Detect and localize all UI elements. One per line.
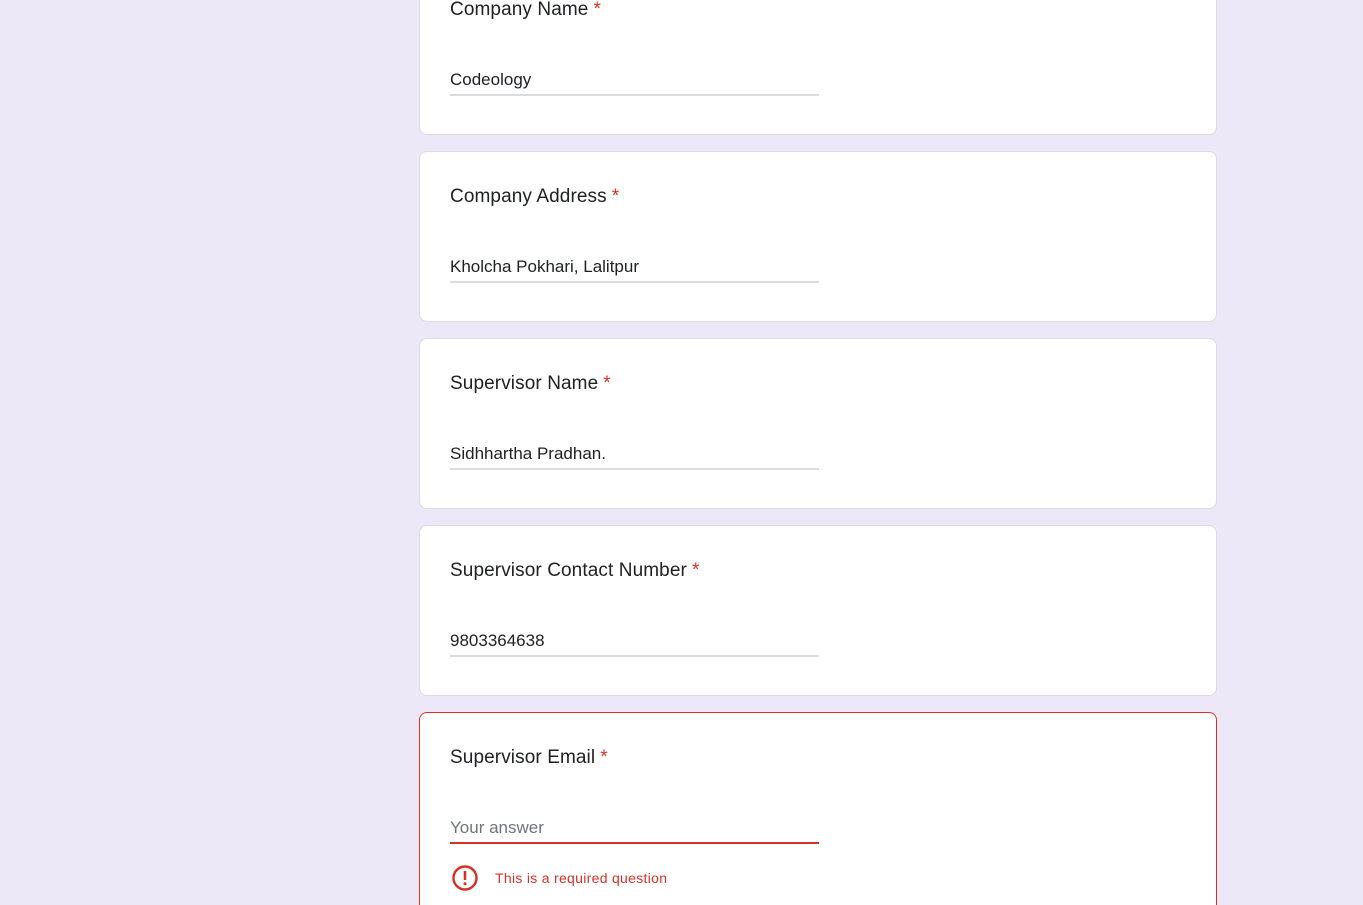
question-card-supervisor-name: Supervisor Name * Sidhhartha Pradhan. (419, 338, 1217, 509)
form-page: Company Name * Codeology Company Address *… (0, 0, 1363, 905)
validation-error: This is a required question (450, 863, 667, 893)
question-title-text: Supervisor Name (450, 373, 599, 394)
question-card-company-address: Company Address * Kholcha Pokhari, Lalitp… (419, 151, 1217, 322)
error-message: This is a required question (495, 870, 668, 886)
question-title-text: Supervisor Contact Number (450, 560, 687, 581)
company-name-input[interactable]: Codeology (450, 66, 819, 96)
company-address-input[interactable]: Kholcha Pokhari, Lalitpur (450, 253, 819, 283)
required-asterisk: * (603, 373, 611, 394)
supervisor-contact-number-input[interactable]: 9803364638 (450, 627, 819, 657)
error-icon (452, 865, 478, 891)
required-asterisk: * (600, 747, 608, 768)
answer-value: Kholcha Pokhari, Lalitpur (450, 257, 640, 276)
question-title-text: Supervisor Email (450, 747, 596, 768)
answer-placeholder: Your answer (450, 818, 544, 837)
answer-value: Sidhhartha Pradhan. (450, 444, 606, 463)
answer-value: Codeology (450, 70, 532, 89)
question-card-supervisor-contact-number: Supervisor Contact Number * 9803364638 (419, 525, 1217, 696)
supervisor-email-input[interactable]: Your answer (450, 814, 819, 844)
question-card-supervisor-email: Supervisor Email * Your answer This is a … (419, 712, 1217, 905)
question-title-text: Company Name (450, 0, 589, 20)
supervisor-name-input[interactable]: Sidhhartha Pradhan. (450, 440, 819, 470)
required-asterisk: * (691, 560, 700, 581)
question-title-text: Company Address (450, 186, 607, 207)
question-title: Company Address * (450, 186, 619, 208)
question-title: Company Name * (450, 0, 601, 21)
question-title: Supervisor Email * (450, 747, 608, 769)
question-card-company-name: Company Name * Codeology (419, 0, 1217, 135)
answer-value: 9803364638 (450, 631, 545, 650)
required-asterisk: * (611, 186, 620, 207)
question-title: Supervisor Contact Number * (450, 560, 699, 582)
required-asterisk: * (593, 0, 601, 20)
question-title: Supervisor Name * (450, 373, 611, 395)
